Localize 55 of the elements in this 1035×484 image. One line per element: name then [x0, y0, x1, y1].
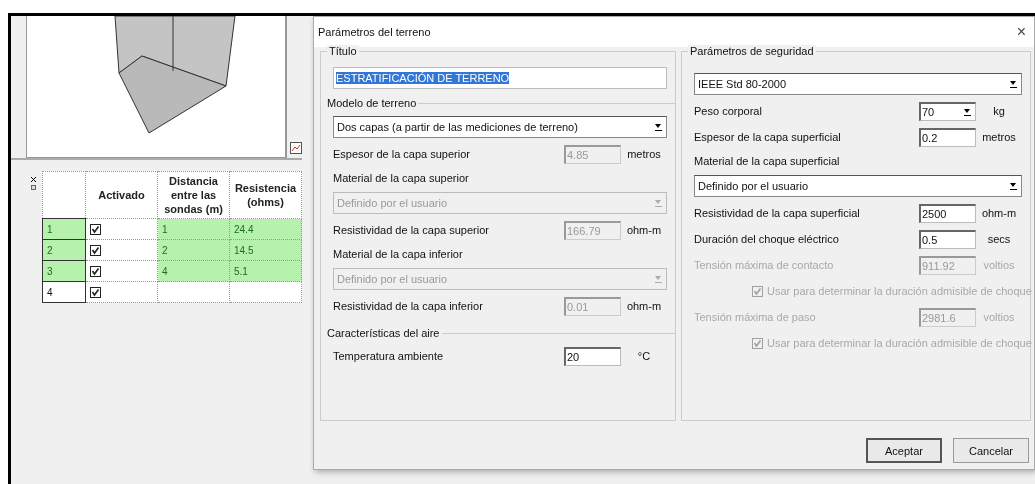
column-header: Activado: [85, 171, 158, 219]
field-label: Material de la capa superior: [333, 172, 470, 184]
group-title: Título: [327, 45, 359, 57]
unit-label: metros: [626, 148, 662, 160]
field-label: Material de la capa inferior: [333, 248, 464, 260]
input-field[interactable]: 20: [564, 346, 621, 366]
checkbox[interactable]: [90, 244, 101, 256]
row-number: 3: [42, 260, 86, 282]
field-label: Peso corporal: [694, 105, 763, 117]
field-label: Resistividad de la capa inferior: [333, 300, 484, 312]
input-field[interactable]: 0.5: [919, 229, 976, 249]
field-label: Material de la capa superficial: [694, 155, 841, 167]
dropdown[interactable]: Definido por el usuario: [694, 175, 1022, 197]
field-label: Resistividad de la capa superficial: [694, 207, 861, 219]
group-title: Parámetros de seguridad: [688, 45, 816, 57]
field-label: Espesor de la capa superior: [333, 148, 471, 160]
title-field[interactable]: ESTRATIFICACIÓN DE TERRENO: [333, 67, 667, 89]
dropdown[interactable]: 70: [919, 101, 976, 121]
close-icon[interactable]: [30, 175, 37, 191]
unit-label: kg: [992, 105, 1006, 117]
field-label: Temperatura ambiente: [333, 350, 445, 362]
field-label: Espesor de la capa superficial: [694, 131, 842, 143]
group-title: Características del aire: [326, 327, 441, 339]
field-label: Tensión máxima de paso: [694, 311, 817, 323]
cancel-button[interactable]: Cancelar: [953, 438, 1029, 463]
input-field[interactable]: 0.2: [919, 127, 976, 147]
checkbox[interactable]: [90, 265, 101, 277]
chart-icon[interactable]: [290, 142, 302, 154]
checkbox[interactable]: [90, 223, 101, 235]
unit-label: voltios: [982, 311, 1016, 323]
unit-label: ohm-m: [625, 224, 663, 236]
unit-label: °C: [636, 350, 652, 362]
dropdown[interactable]: IEEE Std 80-2000: [694, 73, 1022, 95]
checkbox-label: Usar para determinar la duración admisible de choque: [767, 285, 1032, 297]
close-button[interactable]: ×: [1016, 23, 1026, 41]
column-header: Resistencia (ohms): [229, 171, 302, 219]
field-label: Duración del choque eléctrico: [694, 233, 840, 245]
group-title: Modelo de terreno: [326, 97, 418, 109]
row-number: 4: [42, 281, 86, 303]
row-number: 2: [42, 239, 86, 261]
unit-label: voltios: [982, 259, 1016, 271]
row-number: 1: [42, 218, 86, 240]
ok-button[interactable]: Aceptar: [866, 438, 942, 463]
input-field[interactable]: 2500: [919, 203, 976, 223]
field-label: Resistividad de la capa superior: [333, 224, 490, 236]
column-header: Distancia entre las sondas (m): [157, 171, 230, 219]
checkbox-label: Usar para determinar la duración admisible de choque: [767, 337, 1032, 349]
unit-label: ohm-m: [625, 300, 663, 312]
window-title: Parámetros del terreno: [318, 26, 431, 38]
checkbox[interactable]: [90, 286, 101, 298]
unit-label: metros: [981, 131, 1017, 143]
unit-label: secs: [986, 233, 1012, 245]
field-label: Tensión máxima de contacto: [694, 259, 835, 271]
dropdown[interactable]: Dos capas (a partir de las mediciones de terreno): [333, 116, 667, 138]
unit-label: ohm-m: [980, 207, 1018, 219]
